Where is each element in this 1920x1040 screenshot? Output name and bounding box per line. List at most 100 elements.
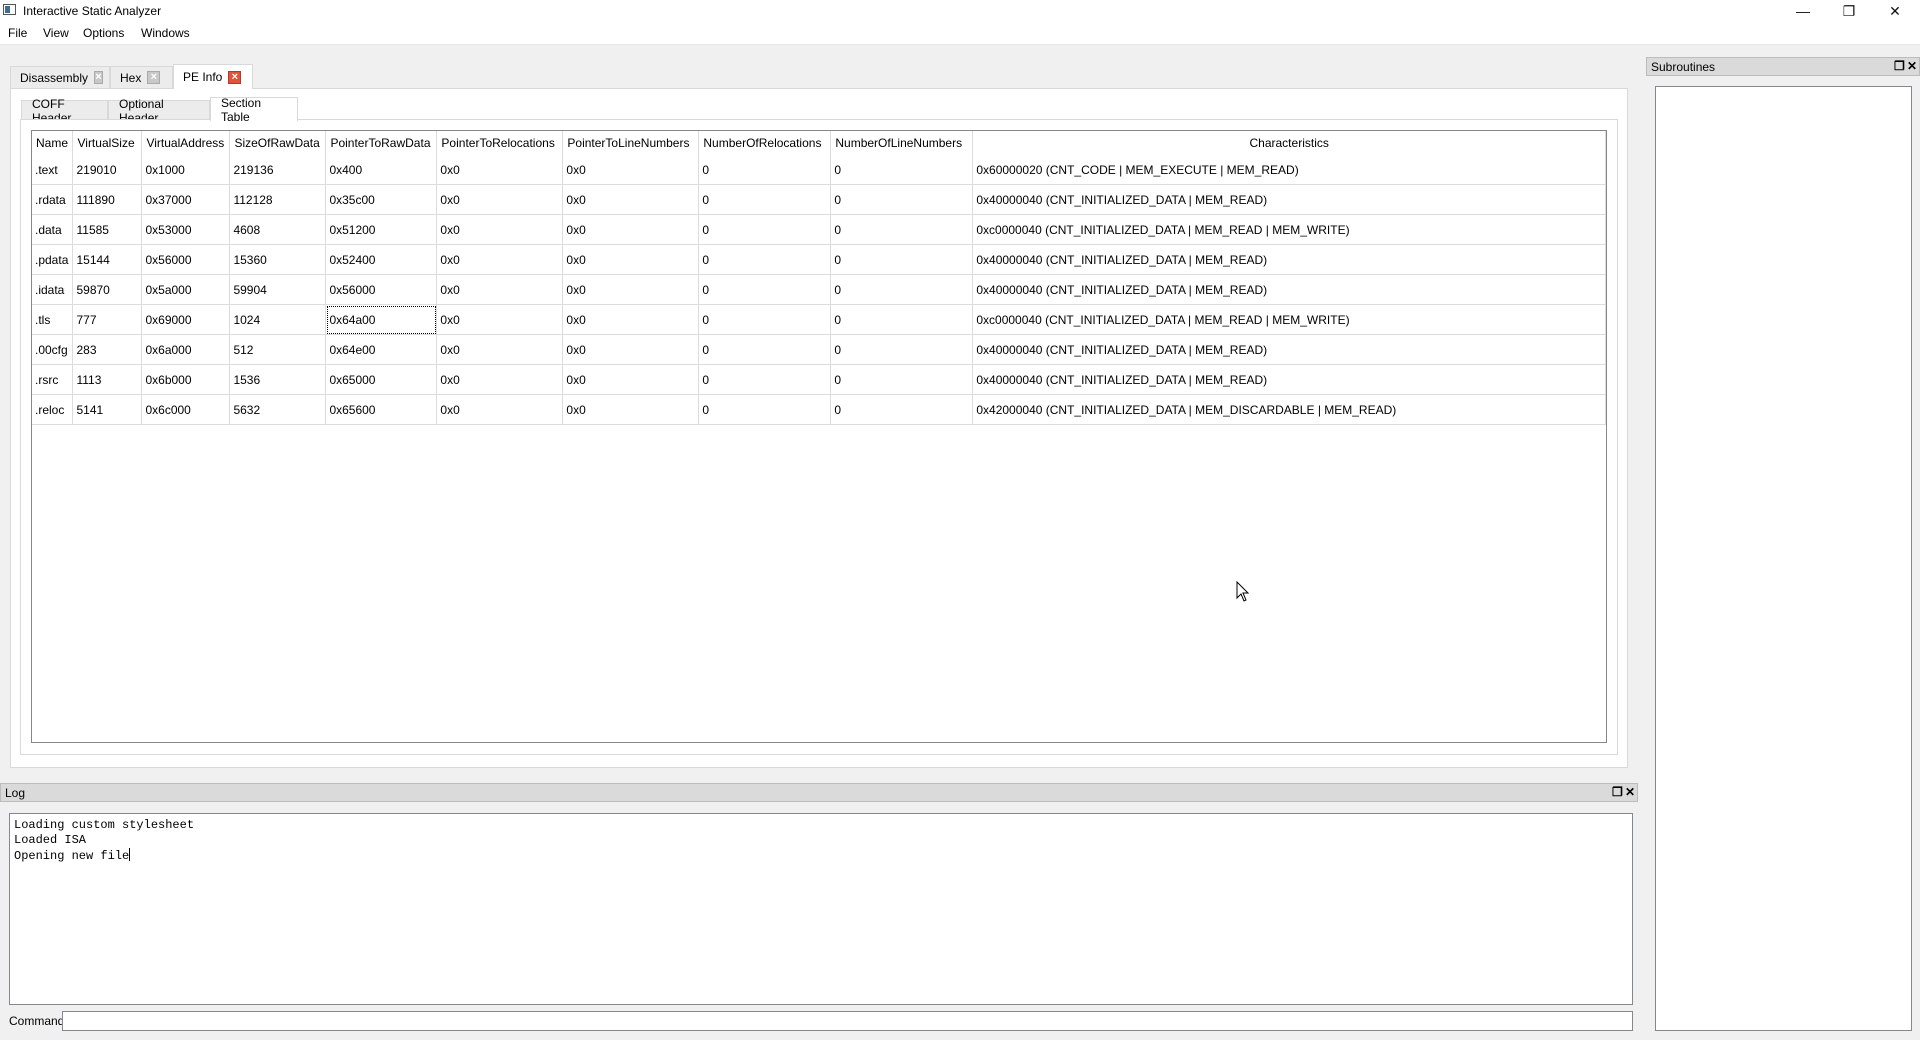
table-cell[interactable]: 0 (830, 364, 974, 395)
table-cell[interactable]: 0x0 (562, 394, 700, 425)
table-cell[interactable]: 0x51200 (325, 214, 438, 245)
column-header-name[interactable]: Name (32, 131, 74, 155)
table-cell[interactable]: 4608 (229, 214, 327, 245)
table-cell[interactable]: 219010 (72, 155, 143, 185)
table-cell[interactable]: 0x40000040 (CNT_INITIALIZED_DATA | MEM_R… (972, 334, 1606, 365)
table-cell[interactable]: 0 (830, 304, 974, 335)
menu-view[interactable]: View (43, 26, 69, 40)
table-row[interactable]: .text 219010 0x1000 219136 0x400 0x0 0x0 0 0 0x60… (32, 155, 1606, 185)
table-cell[interactable]: 0x37000 (141, 184, 231, 215)
table-cell[interactable]: 0x65600 (325, 394, 438, 425)
tab-optional-header[interactable]: Optional Header (108, 97, 210, 125)
table-cell[interactable]: 0 (698, 304, 832, 335)
table-row[interactable]: .idata 59870 0x5a000 59904 0x56000 0x0 0x0 0 0 0x… (32, 274, 1606, 305)
table-cell[interactable]: 0 (830, 184, 974, 215)
table-cell[interactable]: 0x40000040 (CNT_INITIALIZED_DATA | MEM_R… (972, 184, 1606, 215)
table-cell[interactable]: 0 (698, 244, 832, 275)
close-tab-icon[interactable]: × (94, 71, 103, 84)
table-cell[interactable]: 0x0 (436, 244, 564, 275)
column-header-numberoflinenumbers[interactable]: NumberOfLineNumbers (830, 131, 974, 155)
table-cell[interactable]: 0x0 (562, 274, 700, 305)
close-dock-icon[interactable]: ✕ (1907, 59, 1917, 73)
table-cell[interactable]: 5141 (72, 394, 143, 425)
table-cell[interactable]: 0x35c00 (325, 184, 438, 215)
table-cell[interactable]: 1113 (72, 364, 143, 395)
table-cell[interactable]: 0x52400 (325, 244, 438, 275)
table-cell[interactable]: 0x5a000 (141, 274, 231, 305)
command-input[interactable] (62, 1011, 1633, 1031)
close-tab-icon[interactable]: × (147, 71, 161, 84)
column-header-pointertorelocations[interactable]: PointerToRelocations (436, 131, 564, 155)
table-row[interactable]: .rdata 111890 0x37000 112128 0x35c00 0x0 0x0 0 0… (32, 184, 1606, 215)
column-header-numberofrelocations[interactable]: NumberOfRelocations (698, 131, 832, 155)
table-cell[interactable]: 59870 (72, 274, 143, 305)
table-cell[interactable]: 0x56000 (141, 244, 231, 275)
table-cell[interactable]: 0 (830, 214, 974, 245)
table-cell[interactable]: 0x0 (562, 304, 700, 335)
tab-disassembly[interactable]: Disassembly × (10, 66, 110, 88)
table-cell[interactable]: 15144 (72, 244, 143, 275)
table-cell[interactable]: 0 (698, 155, 832, 185)
table-cell[interactable]: 0x53000 (141, 214, 231, 245)
column-header-virtualsize[interactable]: VirtualSize (72, 131, 143, 155)
table-cell[interactable]: 0x60000020 (CNT_CODE | MEM_EXECUTE | MEM… (972, 155, 1606, 185)
menu-file[interactable]: File (8, 26, 27, 40)
table-cell[interactable]: 0x6a000 (141, 334, 231, 365)
table-cell[interactable]: .pdata (32, 244, 74, 275)
table-cell[interactable]: 0x0 (436, 394, 564, 425)
table-cell[interactable]: 0xc0000040 (CNT_INITIALIZED_DATA | MEM_R… (972, 304, 1606, 335)
table-cell[interactable]: 0 (830, 244, 974, 275)
table-cell[interactable]: 0x0 (562, 155, 700, 185)
table-cell[interactable]: 0x0 (436, 304, 564, 335)
table-cell[interactable]: 0 (698, 274, 832, 305)
table-cell[interactable]: 283 (72, 334, 143, 365)
table-cell[interactable]: 0x400 (325, 155, 438, 185)
column-header-pointertorawdata[interactable]: PointerToRawData (325, 131, 438, 155)
table-cell[interactable]: 0x0 (562, 364, 700, 395)
subroutines-list[interactable] (1655, 86, 1912, 1031)
table-row[interactable]: .reloc 5141 0x6c000 5632 0x65600 0x0 0x0 0 0 0x42… (32, 394, 1606, 425)
table-cell[interactable]: 0x0 (436, 334, 564, 365)
tab-hex[interactable]: Hex × (110, 66, 173, 88)
table-cell[interactable]: 0x40000040 (CNT_INITIALIZED_DATA | MEM_R… (972, 244, 1606, 275)
tab-pe-info[interactable]: PE Info × (173, 64, 253, 89)
table-cell[interactable]: 0 (830, 274, 974, 305)
close-window-button[interactable]: ✕ (1872, 0, 1918, 22)
table-cell[interactable]: 0x6c000 (141, 394, 231, 425)
table-cell[interactable]: 1536 (229, 364, 327, 395)
table-cell[interactable]: 0 (698, 364, 832, 395)
table-cell[interactable]: 0x65000 (325, 364, 438, 395)
table-cell[interactable]: 0x56000 (325, 274, 438, 305)
table-cell[interactable]: 0x0 (436, 364, 564, 395)
table-cell[interactable]: 5632 (229, 394, 327, 425)
tab-section-table[interactable]: Section Table (210, 96, 298, 124)
table-cell[interactable]: 0x0 (436, 214, 564, 245)
table-cell[interactable]: .reloc (32, 394, 74, 425)
minimize-button[interactable]: — (1780, 0, 1826, 22)
table-cell[interactable]: 0x0 (562, 334, 700, 365)
table-cell[interactable]: 0x0 (562, 184, 700, 215)
table-cell[interactable]: 0x64a00 (325, 304, 438, 335)
table-cell[interactable]: 0 (698, 184, 832, 215)
table-cell[interactable]: 0xc0000040 (CNT_INITIALIZED_DATA | MEM_R… (972, 214, 1606, 245)
table-cell[interactable]: 0 (830, 334, 974, 365)
table-cell[interactable]: 777 (72, 304, 143, 335)
table-cell[interactable]: 111890 (72, 184, 143, 215)
table-cell[interactable]: 0x0 (436, 184, 564, 215)
menu-options[interactable]: Options (83, 26, 124, 40)
table-cell[interactable]: 0x69000 (141, 304, 231, 335)
table-row[interactable]: .tls 777 0x69000 1024 0x64a00 0x0 0x0 0 0 0xc0000… (32, 304, 1606, 335)
table-cell[interactable]: 0x0 (436, 274, 564, 305)
table-cell[interactable]: .rsrc (32, 364, 74, 395)
table-cell[interactable]: 0 (698, 334, 832, 365)
table-cell[interactable]: 0x42000040 (CNT_INITIALIZED_DATA | MEM_D… (972, 394, 1606, 425)
column-header-characteristics[interactable]: Characteristics (972, 131, 1606, 155)
table-cell[interactable]: .idata (32, 274, 74, 305)
float-dock-icon[interactable]: ❐ (1612, 785, 1623, 799)
log-output[interactable]: Loading custom stylesheet Loaded ISA Openi… (9, 813, 1633, 1005)
table-cell[interactable]: 0x40000040 (CNT_INITIALIZED_DATA | MEM_R… (972, 274, 1606, 305)
close-dock-icon[interactable]: ✕ (1625, 785, 1635, 799)
table-row[interactable]: .rsrc 1113 0x6b000 1536 0x65000 0x0 0x0 0 0 0x400… (32, 364, 1606, 395)
close-tab-icon[interactable]: × (228, 70, 242, 84)
table-cell[interactable]: 0x64e00 (325, 334, 438, 365)
